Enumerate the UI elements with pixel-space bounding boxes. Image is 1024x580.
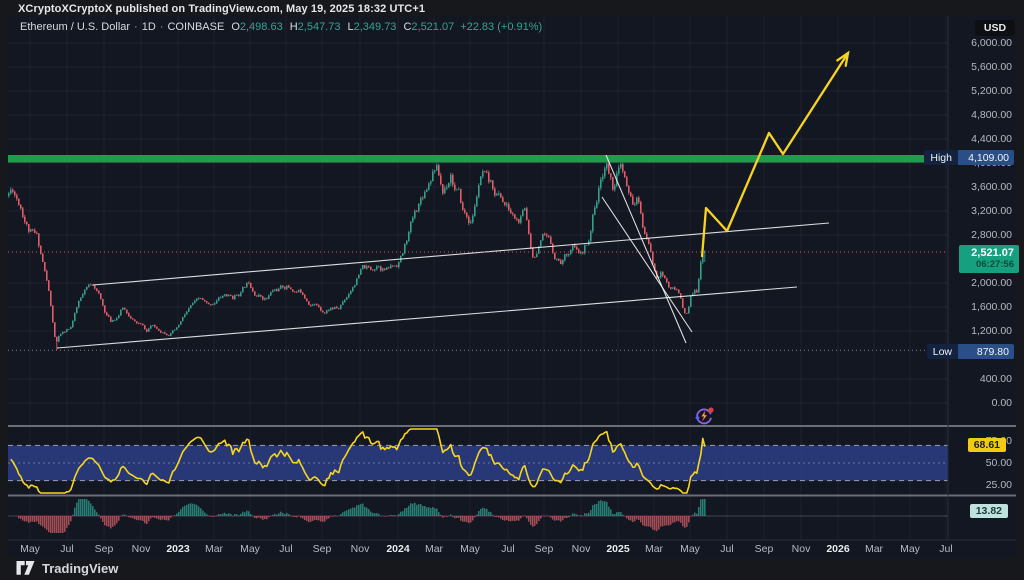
- time-tick-label: Sep: [755, 543, 774, 555]
- price-tick-label: 5,200.00: [952, 85, 1012, 97]
- rsi-tick-label: 50.00: [952, 457, 1012, 469]
- tradingview-chart-window: XCryptoXCryptoX published on TradingView…: [0, 0, 1024, 580]
- indicator-value-label: 13.82: [970, 504, 1008, 518]
- time-tick-label: Jul: [501, 543, 514, 555]
- open-value: 2,498.63: [240, 21, 283, 33]
- price-tick-label: 5,600.00: [952, 61, 1012, 73]
- last-price-label: 2,521.07 06:27:56: [959, 245, 1019, 273]
- time-tick-label: Mar: [645, 543, 663, 555]
- price-tick-label: 400.00: [952, 373, 1012, 385]
- price-tick-label: 0.00: [952, 397, 1012, 409]
- time-tick-label: May: [900, 543, 920, 555]
- time-tick-label: Nov: [351, 543, 370, 555]
- time-tick-label: Sep: [313, 543, 332, 555]
- time-tick-label: Mar: [205, 543, 223, 555]
- rsi-tick-label: 25.00: [952, 479, 1012, 491]
- currency-toggle-button[interactable]: USD: [975, 20, 1015, 36]
- close-value: 2,521.07: [411, 21, 454, 33]
- change-value: +22.83 (+0.91%): [460, 21, 542, 33]
- time-tick-label: Sep: [535, 543, 554, 555]
- tradingview-logo-icon: [16, 560, 35, 576]
- symbol-legend[interactable]: Ethereum / U.S. Dollar·1D·COINBASEO2,498…: [20, 21, 542, 33]
- high-tag-value: 4,109.00: [958, 150, 1014, 165]
- time-tick-label: May: [680, 543, 700, 555]
- price-tick-label: 4,800.00: [952, 109, 1012, 121]
- price-tick-label: 1,600.00: [952, 301, 1012, 313]
- price-tick-label: 4,400.00: [952, 133, 1012, 145]
- legend-separator: ·: [160, 21, 164, 33]
- time-tick-label: Jul: [720, 543, 733, 555]
- time-tick-label: May: [460, 543, 480, 555]
- high-value: 2,547.73: [298, 21, 341, 33]
- chart-canvas[interactable]: [0, 0, 1024, 580]
- time-tick-label: Jul: [60, 543, 73, 555]
- last-price-value: 2,521.07: [959, 247, 1014, 259]
- legend-separator: ·: [134, 21, 138, 33]
- time-tick-label: Mar: [425, 543, 443, 555]
- price-tick-label: 2,800.00: [952, 229, 1012, 241]
- time-tick-label: Mar: [865, 543, 883, 555]
- time-tick-label: 2026: [826, 543, 849, 555]
- time-tick-label: Nov: [572, 543, 591, 555]
- price-tick-label: 6,000.00: [952, 37, 1012, 49]
- low-tag: Low: [927, 344, 958, 359]
- time-tick-label: May: [240, 543, 260, 555]
- time-tick-label: Jul: [939, 543, 952, 555]
- high-tag: High: [924, 150, 958, 165]
- price-tick-label: 3,200.00: [952, 205, 1012, 217]
- time-tick-label: Jul: [279, 543, 292, 555]
- bar-countdown: 06:27:56: [959, 259, 1014, 271]
- published-attribution: XCryptoXCryptoX published on TradingView…: [18, 3, 425, 15]
- low-value: 2,349.73: [354, 21, 397, 33]
- price-tick-label: 3,600.00: [952, 181, 1012, 193]
- low-price-callout: Low 879.80: [927, 344, 1014, 359]
- time-tick-label: 2024: [386, 543, 409, 555]
- rsi-value-label: 68.61: [968, 438, 1006, 452]
- time-tick-label: 2025: [606, 543, 629, 555]
- high-price-callout: High 4,109.00: [924, 150, 1014, 165]
- price-tick-label: 2,000.00: [952, 277, 1012, 289]
- time-tick-label: Sep: [95, 543, 114, 555]
- symbol-title: Ethereum / U.S. Dollar: [20, 21, 130, 33]
- low-tag-value: 879.80: [958, 344, 1014, 359]
- ath-resistance-band[interactable]: [8, 155, 948, 163]
- time-tick-label: Nov: [792, 543, 811, 555]
- symbol-interval: 1D: [142, 21, 156, 33]
- high-label: H: [290, 21, 298, 33]
- tradingview-brand-link[interactable]: TradingView: [16, 560, 118, 576]
- brand-name: TradingView: [42, 561, 118, 576]
- time-tick-label: 2023: [166, 543, 189, 555]
- open-label: O: [231, 21, 240, 33]
- symbol-exchange: COINBASE: [167, 21, 224, 33]
- time-tick-label: Nov: [132, 543, 151, 555]
- time-tick-label: May: [20, 543, 40, 555]
- price-tick-label: 1,200.00: [952, 325, 1012, 337]
